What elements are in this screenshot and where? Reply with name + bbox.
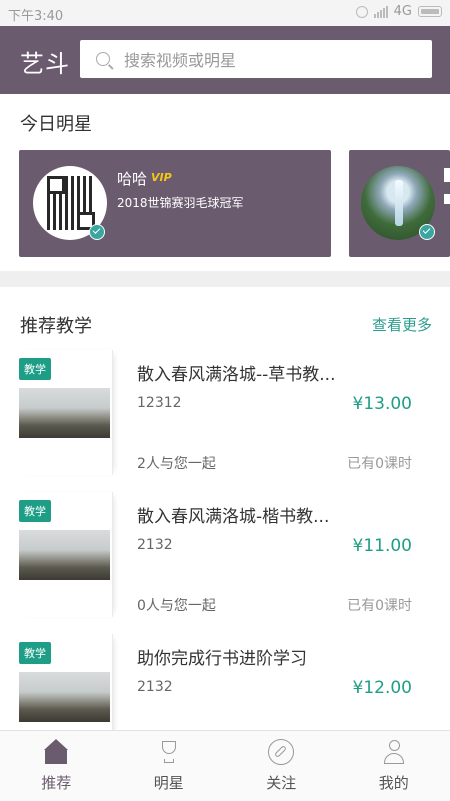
lesson-thumbnail-column: 教学 <box>18 634 113 730</box>
lesson-title: 散入春风满洛城-楷书教... <box>137 502 329 527</box>
lesson-tag: 教学 <box>19 642 51 664</box>
tab-label: 推荐 <box>0 772 113 793</box>
star-card[interactable]: 哈哈 VIP 2018世锦赛羽毛球冠军 <box>19 150 331 257</box>
tab-recommend[interactable]: 推荐 <box>0 731 113 801</box>
lesson-participants: 2人与您一起 <box>137 453 216 473</box>
status-bar: 下午3:40 4G <box>0 0 450 26</box>
today-stars-title: 今日明星 <box>20 110 92 136</box>
network-type: 4G <box>394 4 412 19</box>
tab-follow[interactable]: 关注 <box>225 731 338 801</box>
lesson-thumbnail <box>19 530 110 580</box>
lesson-item[interactable]: 教学 散入春风满洛城--草书教... 12312 ¥13.00 2人与您一起 已… <box>0 350 450 480</box>
lesson-thumbnail-column: 教学 <box>18 492 113 617</box>
lesson-thumbnail-column: 教学 <box>18 350 113 475</box>
qr-code-icon <box>47 176 95 230</box>
lesson-item[interactable]: 教学 散入春风满洛城-楷书教... 2132 ¥11.00 0人与您一起 已有0… <box>0 492 450 622</box>
star-description: 2018世锦赛羽毛球冠军 <box>117 194 244 211</box>
lesson-thumbnail <box>19 388 110 438</box>
lesson-tag: 教学 <box>19 358 51 380</box>
tab-stars[interactable]: 明星 <box>113 731 226 801</box>
lesson-hours: 已有0课时 <box>347 595 412 615</box>
tab-label: 明星 <box>113 772 226 793</box>
user-icon <box>381 739 407 765</box>
check-icon <box>89 224 105 240</box>
lesson-tag: 教学 <box>19 500 51 522</box>
status-icons: 4G <box>356 4 442 19</box>
lesson-price: ¥13.00 <box>353 394 412 414</box>
lesson-subtitle: 2132 <box>137 679 173 695</box>
search-placeholder: 搜索视频或明星 <box>124 47 236 71</box>
home-icon <box>43 739 69 765</box>
lesson-title: 助你完成行书进阶学习 <box>137 644 307 669</box>
alarm-icon <box>356 6 368 18</box>
lesson-hours: 已有0课时 <box>347 453 412 473</box>
lesson-title: 散入春风满洛城--草书教... <box>137 360 335 385</box>
signal-icon <box>374 6 388 18</box>
tab-label: 关注 <box>225 772 338 793</box>
lesson-subtitle: 12312 <box>137 395 182 411</box>
search-icon <box>96 52 110 66</box>
star-name: 哈哈 <box>117 168 147 189</box>
lesson-thumbnail <box>19 672 110 722</box>
lesson-item[interactable]: 教学 助你完成行书进阶学习 2132 ¥12.00 <box>0 634 450 730</box>
bottom-tab-bar: 推荐 明星 关注 我的 <box>0 730 450 801</box>
status-time: 下午3:40 <box>8 5 63 24</box>
trophy-icon <box>156 739 182 765</box>
star-name-clipped <box>444 168 450 182</box>
section-divider <box>0 271 450 287</box>
lesson-price: ¥11.00 <box>353 536 412 556</box>
vip-badge: VIP <box>151 171 172 184</box>
recommend-title: 推荐教学 <box>20 312 92 338</box>
compass-icon <box>268 739 294 765</box>
tab-label: 我的 <box>338 772 450 793</box>
search-input[interactable]: 搜索视频或明星 <box>80 40 432 78</box>
tab-mine[interactable]: 我的 <box>338 731 450 801</box>
star-description-clipped <box>444 194 450 204</box>
check-icon <box>419 224 435 240</box>
lesson-participants: 0人与您一起 <box>137 595 216 615</box>
app-header: 艺斗 搜索视频或明星 <box>0 26 450 94</box>
app-logo: 艺斗 <box>20 44 70 79</box>
star-card[interactable] <box>349 150 450 257</box>
battery-icon <box>418 6 442 17</box>
see-more-link[interactable]: 查看更多 <box>372 314 432 335</box>
lesson-price: ¥12.00 <box>353 678 412 698</box>
lesson-subtitle: 2132 <box>137 537 173 553</box>
